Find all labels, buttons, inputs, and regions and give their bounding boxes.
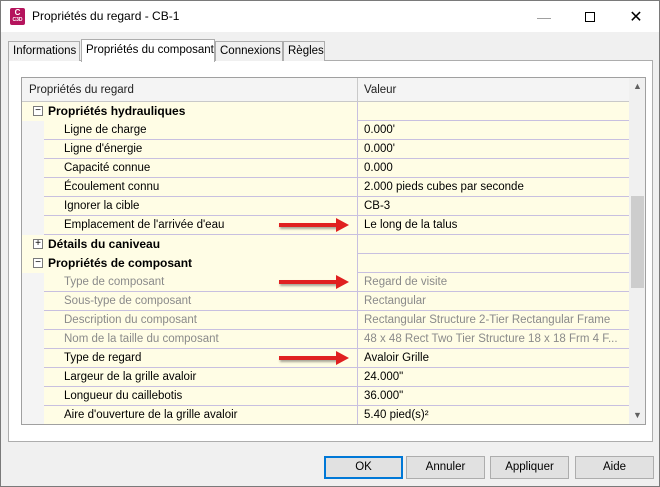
annotation-arrow-icon <box>279 351 349 365</box>
tab-connexions[interactable]: Connexions <box>215 41 283 61</box>
row-indent-strip <box>22 140 44 159</box>
property-name: Largeur de la grille avaloir <box>44 368 358 387</box>
civil3d-app-icon: C C3D <box>10 8 25 25</box>
property-name: Ligne d'énergie <box>44 140 358 159</box>
row-indent-strip <box>22 330 44 349</box>
property-row[interactable]: Largeur de la grille avaloir 24.000" <box>22 368 629 387</box>
row-indent-strip <box>22 349 44 368</box>
property-name: Écoulement connu <box>44 178 358 197</box>
app-icon-letter: C <box>14 8 21 17</box>
category-label: Détails du caniveau <box>22 235 358 254</box>
property-value <box>358 102 629 121</box>
maximize-icon <box>585 11 595 22</box>
scroll-down-icon[interactable]: ▼ <box>629 407 645 424</box>
close-icon: ✕ <box>629 8 643 26</box>
property-row[interactable]: Ligne de charge 0.000' <box>22 121 629 140</box>
category-row[interactable]: − Propriétés de composant <box>22 254 629 273</box>
property-value: Rectangular Structure 2-Tier Rectangular… <box>364 314 611 326</box>
property-value: Rectangular <box>364 295 427 307</box>
property-value <box>358 254 629 273</box>
header-value[interactable]: Valeur <box>358 78 629 102</box>
annotation-arrow-icon <box>279 275 349 289</box>
row-indent-strip <box>22 197 44 216</box>
property-value[interactable]: 2.000 pieds cubes par seconde <box>358 178 629 197</box>
apply-button[interactable]: Appliquer <box>490 456 569 479</box>
property-name: Longueur du caillebotis <box>44 387 358 406</box>
cancel-button[interactable]: Annuler <box>406 456 485 479</box>
close-button[interactable]: ✕ <box>613 1 659 32</box>
property-name: Ligne de charge <box>44 121 358 140</box>
property-value[interactable]: 0.000 <box>358 159 629 178</box>
property-value[interactable]: 0.000' <box>358 140 629 159</box>
property-row[interactable]: Ignorer la cible CB-3 <box>22 197 629 216</box>
property-row[interactable]: Aire d'ouverture de la grille avaloir 5.4… <box>22 406 629 424</box>
row-indent-strip <box>22 292 44 311</box>
vertical-scrollbar[interactable]: ▲ ▼ <box>629 78 645 424</box>
property-row[interactable]: Écoulement connu 2.000 pieds cubes par se… <box>22 178 629 197</box>
dialog-window: C C3D Propriétés du regard - CB-1 — ✕ In… <box>0 0 660 487</box>
property-value: Regard de visite <box>364 276 448 288</box>
property-value[interactable]: 5.40 pied(s)² <box>358 406 629 424</box>
property-value[interactable]: Le long de la talus <box>358 216 629 235</box>
row-indent-strip <box>22 178 44 197</box>
property-value <box>358 235 629 254</box>
help-button[interactable]: Aide <box>575 456 654 479</box>
property-name: Aire d'ouverture de la grille avaloir <box>44 406 358 424</box>
expand-icon[interactable]: + <box>33 239 43 249</box>
row-indent-strip <box>22 311 44 330</box>
row-indent-strip <box>22 387 44 406</box>
collapse-icon[interactable]: − <box>33 106 43 116</box>
app-icon-sublabel: C3D <box>12 17 23 23</box>
property-name: Sous-type de composant <box>44 292 358 311</box>
category-row[interactable]: + Détails du caniveau <box>22 235 629 254</box>
property-row[interactable]: Ligne d'énergie 0.000' <box>22 140 629 159</box>
property-value[interactable]: 0.000' <box>358 121 629 140</box>
category-label: Propriétés hydrauliques <box>22 102 358 121</box>
title-bar: C C3D Propriétés du regard - CB-1 — ✕ <box>1 1 659 32</box>
row-indent-strip <box>22 121 44 140</box>
property-value[interactable]: 24.000" <box>358 368 629 387</box>
property-row[interactable]: Capacité connue 0.000 <box>22 159 629 178</box>
scrollbar-thumb[interactable] <box>631 196 644 288</box>
property-row[interactable]: Nom de la taille du composant 48 x 48 Rec… <box>22 330 629 349</box>
row-indent-strip <box>22 406 44 424</box>
property-value[interactable]: Avaloir Grille <box>358 349 629 368</box>
property-value[interactable]: 36.000" <box>358 387 629 406</box>
minimize-button[interactable]: — <box>521 1 567 32</box>
property-value: 48 x 48 Rect Two Tier Structure 18 x 18 … <box>364 333 618 345</box>
ok-button[interactable]: OK <box>324 456 403 479</box>
row-indent-strip <box>22 368 44 387</box>
tab-proprietes-du-composant[interactable]: Propriétés du composant <box>81 39 215 62</box>
property-row[interactable]: Sous-type de composant Rectangular <box>22 292 629 311</box>
property-name: Ignorer la cible <box>44 197 358 216</box>
collapse-icon[interactable]: − <box>33 258 43 268</box>
property-name: Nom de la taille du composant <box>44 330 358 349</box>
scroll-up-icon[interactable]: ▲ <box>629 78 645 95</box>
window-title: Propriétés du regard - CB-1 <box>32 9 180 23</box>
category-row[interactable]: − Propriétés hydrauliques <box>22 102 629 121</box>
property-name: Capacité connue <box>44 159 358 178</box>
category-label: Propriétés de composant <box>22 254 358 273</box>
annotation-arrow-icon <box>279 218 349 232</box>
grid-header: Propriétés du regard Valeur <box>22 78 629 102</box>
property-name: Description du composant <box>44 311 358 330</box>
property-grid: Propriétés du regard Valeur − Propriétés … <box>21 77 646 425</box>
property-value[interactable]: CB-3 <box>358 197 629 216</box>
tab-regles[interactable]: Règles <box>283 41 325 61</box>
row-indent-strip <box>22 216 44 235</box>
row-indent-strip <box>22 273 44 292</box>
property-row[interactable]: Longueur du caillebotis 36.000" <box>22 387 629 406</box>
minimize-icon: — <box>537 8 551 25</box>
grid-rows: − Propriétés hydrauliques Ligne de charge 0… <box>22 102 629 424</box>
tab-informations[interactable]: Informations <box>8 41 80 61</box>
property-row[interactable]: Description du composant Rectangular Stru… <box>22 311 629 330</box>
maximize-button[interactable] <box>567 1 613 32</box>
header-property-name[interactable]: Propriétés du regard <box>22 78 358 102</box>
row-indent-strip <box>22 159 44 178</box>
